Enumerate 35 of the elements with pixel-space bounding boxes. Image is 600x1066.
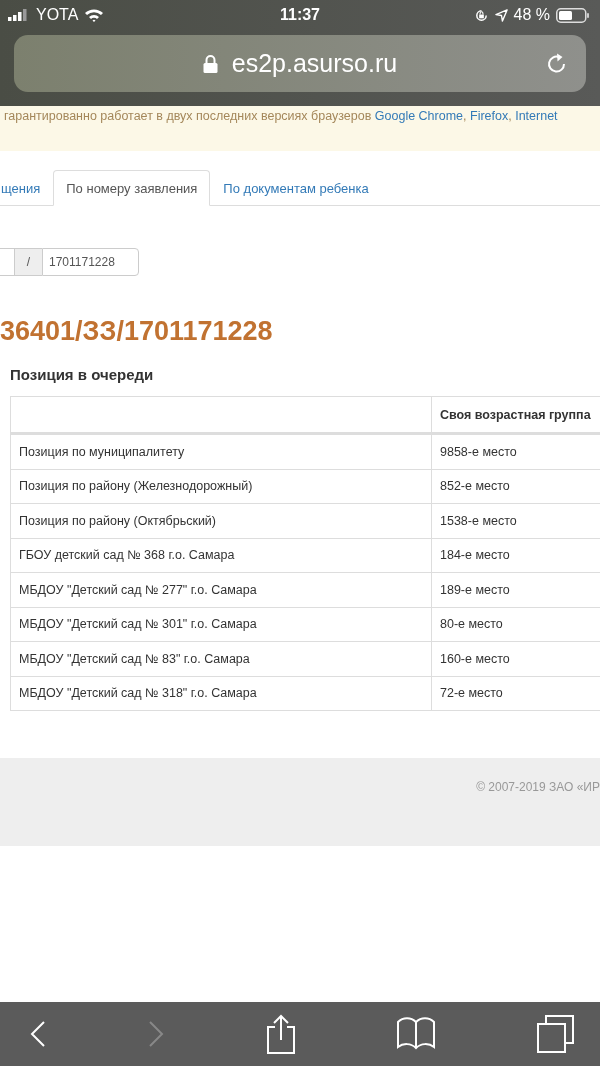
battery-percent: 48 % (513, 6, 550, 24)
copyright-text: © 2007-2019 ЗАО «ИР (476, 780, 600, 796)
carrier-name: YOTA (36, 6, 79, 24)
table-cell: Позиция по муниципалитету (10, 433, 432, 469)
separator-addon: / (15, 248, 42, 276)
application-number-title: 36401/ЗЗ/1701171228 (0, 316, 274, 347)
rotation-lock-icon (473, 7, 489, 23)
column-header: Своя возрастная группа (431, 396, 600, 434)
status-time: 11:37 (280, 6, 320, 24)
browser-link[interactable]: Google Chrome (374, 109, 464, 123)
tabs-icon[interactable] (537, 1015, 575, 1053)
section-title: Позиция в очереди (10, 366, 155, 383)
table-cell: МБДОУ "Детский сад № 301" г.о. Самара (10, 607, 432, 642)
battery-icon (556, 7, 590, 23)
bookmarks-icon[interactable] (397, 1017, 436, 1051)
browser-link[interactable]: Internet (515, 109, 558, 123)
location-arrow-icon (494, 8, 508, 22)
table-cell: МБДОУ "Детский сад № 83" г.о. Самара (10, 641, 432, 676)
browser-notice-text: гарантированно работает в двух последних версиях браузеров Google Chrome, Firefox, Internet (4, 109, 559, 123)
table-cell: МБДОУ "Детский сад № 277" г.о. Самара (10, 572, 432, 607)
share-icon[interactable] (265, 1014, 296, 1054)
signal-icon (8, 9, 30, 21)
table-cell: Позиция по району (Октябрьский) (10, 503, 432, 538)
search-tab[interactable]: По документам ребенка (210, 170, 382, 206)
search-tab[interactable]: По номеру заявления (53, 170, 211, 206)
application-number-field[interactable]: 1701171228 (42, 248, 139, 276)
search-tab[interactable]: щения (0, 170, 54, 206)
wifi-icon (84, 8, 105, 22)
address-bar[interactable]: es2p.asurso.ru (14, 35, 586, 92)
back-icon[interactable] (30, 1021, 46, 1047)
reload-icon[interactable] (546, 52, 568, 75)
table-cell: МБДОУ "Детский сад № 318" г.о. Самара (10, 676, 432, 711)
table-cell: ГБОУ детский сад № 368 г.о. Самара (10, 538, 432, 573)
table-cell: Позиция по району (Железнодорожный) (10, 469, 432, 504)
lock-icon (202, 54, 218, 73)
